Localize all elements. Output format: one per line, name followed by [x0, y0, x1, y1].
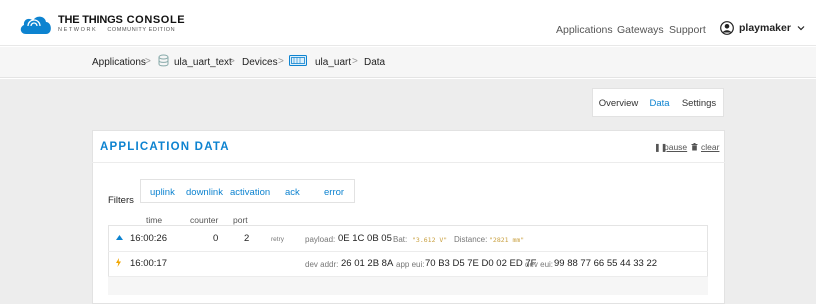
breadcrumb-separator: > — [229, 56, 235, 67]
filter-downlink[interactable]: downlink — [186, 187, 223, 198]
device-tabs: Overview Data Settings — [592, 88, 724, 117]
row-1-bat-label: Bat: — [393, 235, 408, 244]
row-1-payload: 0E 1C 0B 05 — [338, 233, 392, 244]
logo[interactable]: THE THINGS CONSOLE NETWORK COMMUNITY EDITI… — [18, 12, 185, 36]
breadcrumb-data: Data — [364, 57, 386, 68]
row-divider — [108, 251, 708, 252]
filter-activation[interactable]: activation — [230, 187, 270, 198]
row-1-port: 2 — [244, 233, 250, 244]
pause-link[interactable]: pause — [664, 142, 687, 152]
card-divider — [92, 162, 725, 163]
row-2-appeui: 70 B3 D5 7E D0 02 ED 7F — [425, 258, 537, 269]
activation-bolt-icon — [116, 258, 121, 267]
breadcrumb-device-name[interactable]: ula_uart — [315, 57, 351, 68]
row-2-time: 16:00:17 — [130, 258, 167, 269]
logo-network: NETWORK — [58, 26, 98, 33]
filters-label: Filters — [108, 195, 134, 206]
column-counter: counter — [190, 215, 219, 225]
row-1-bat-value: "3.612 V" — [412, 236, 448, 244]
table-footer-area — [108, 276, 708, 295]
cloud-logo-icon — [20, 16, 51, 34]
breadcrumb-separator: > — [145, 56, 151, 67]
logo-brand: THE THINGS — [58, 13, 123, 26]
row-1-distance-value: "2821 mm" — [489, 236, 525, 244]
row-2-appeui-label: app eui: — [396, 260, 425, 269]
breadcrumb-separator: > — [278, 56, 284, 67]
row-1-counter: 0 — [213, 233, 219, 244]
breadcrumb-applications[interactable]: Applications — [92, 57, 146, 68]
user-menu[interactable]: playmaker — [720, 21, 805, 35]
tab-data[interactable]: Data — [644, 89, 675, 116]
username: playmaker — [739, 22, 791, 34]
nav-gateways[interactable]: Gateways — [617, 24, 664, 36]
trash-icon[interactable] — [691, 143, 698, 151]
filter-ack[interactable]: ack — [285, 187, 300, 198]
row-1-payload-label: payload: — [305, 235, 336, 244]
row-2-deveui-label: dev eui: — [525, 260, 554, 269]
filter-error[interactable]: error — [324, 187, 344, 198]
breadcrumb-devices[interactable]: Devices — [242, 57, 278, 68]
breadcrumb-separator: > — [352, 56, 358, 67]
user-avatar-icon — [720, 21, 734, 35]
uplink-arrow-icon — [116, 235, 123, 240]
nav-applications[interactable]: Applications — [556, 24, 613, 36]
row-1-time: 16:00:26 — [130, 233, 167, 244]
device-icon — [289, 55, 307, 66]
clear-link[interactable]: clear — [701, 142, 719, 152]
logo-console: CONSOLE — [126, 13, 186, 26]
card-title: APPLICATION DATA — [100, 141, 230, 153]
column-time: time — [146, 215, 163, 225]
chevron-down-icon — [797, 26, 805, 31]
breadcrumb-application-name[interactable]: ula_uart_text — [174, 57, 232, 68]
nav-support[interactable]: Support — [669, 24, 706, 36]
application-icon — [158, 54, 169, 67]
row-1-distance-label: Distance: — [454, 235, 488, 244]
row-2-deveui: 99 88 77 66 55 44 33 22 — [554, 258, 658, 269]
row-2-devaddr: 26 01 2B 8A — [341, 258, 394, 269]
row-1-retry: retry — [271, 236, 284, 243]
filter-uplink[interactable]: uplink — [150, 187, 175, 198]
column-port: port — [233, 215, 248, 225]
tab-overview[interactable]: Overview — [593, 89, 644, 116]
row-2-devaddr-label: dev addr: — [305, 260, 339, 269]
tab-settings[interactable]: Settings — [675, 89, 723, 116]
logo-edition: COMMUNITY EDITION — [107, 26, 176, 33]
